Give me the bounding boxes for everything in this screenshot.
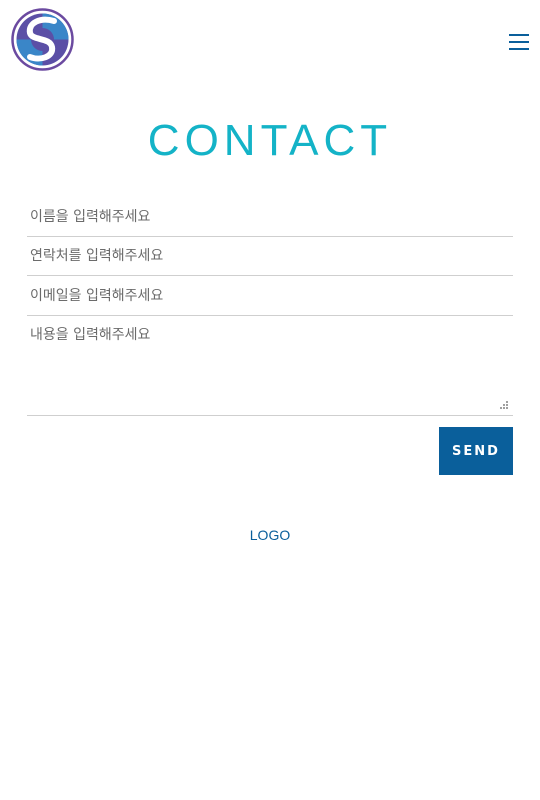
- resize-grip-icon[interactable]: [497, 400, 509, 412]
- email-field[interactable]: [27, 276, 513, 316]
- hamburger-menu-icon: [509, 34, 529, 50]
- phone-field[interactable]: [27, 237, 513, 276]
- message-field[interactable]: [27, 316, 513, 416]
- footer-logo[interactable]: LOGO: [0, 527, 540, 543]
- menu-button[interactable]: [505, 31, 533, 55]
- send-button[interactable]: SEND: [439, 427, 513, 475]
- page-title: CONTACT: [147, 116, 393, 165]
- site-logo[interactable]: [10, 7, 75, 72]
- s-circle-logo-icon: [11, 8, 74, 71]
- name-field[interactable]: [27, 197, 513, 237]
